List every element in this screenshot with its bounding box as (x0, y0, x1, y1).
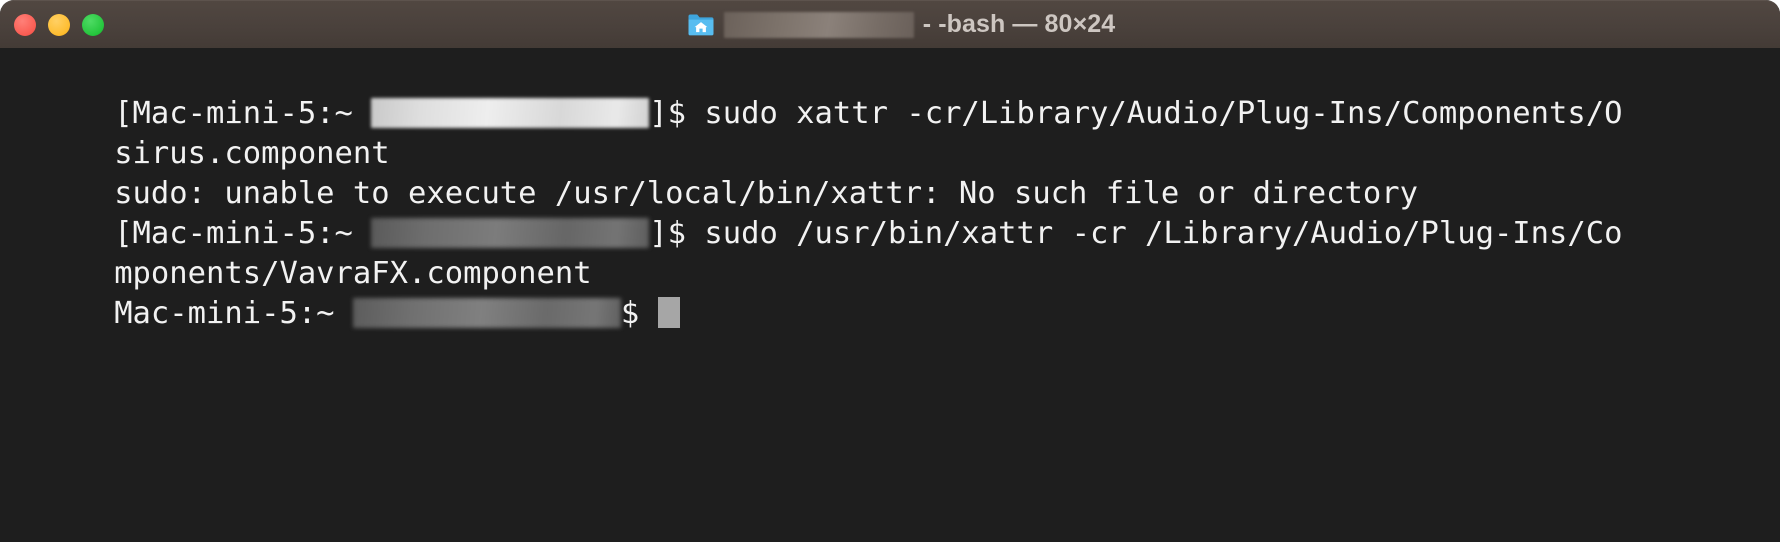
window-title-text: - -bash — 80×24 (922, 10, 1116, 38)
traffic-light-controls (14, 1, 104, 49)
maximize-window-button[interactable] (82, 14, 104, 36)
window-title: - -bash — 80×24 (687, 10, 1116, 39)
close-window-button[interactable] (14, 14, 36, 36)
redacted-username-title (723, 11, 914, 38)
terminal-output-area[interactable]: [Mac-mini-5:~ ]$ sudo xattr -cr/Library/… (0, 48, 1780, 542)
terminal-window: - -bash — 80×24 [Mac-mini-5:~ ]$ sudo xa… (0, 0, 1780, 542)
home-folder-icon (687, 12, 715, 38)
text-cursor[interactable] (657, 297, 680, 328)
prompt-symbol: $ (620, 296, 658, 331)
terminal-line-prompt-1: [Mac-mini-5:~ ]$ sudo xattr -cr/Library/… (0, 54, 1780, 131)
redacted-username (352, 297, 621, 328)
terminal-line-prompt-2: [Mac-mini-5:~ ]$ sudo /usr/bin/xattr -cr… (0, 174, 1780, 251)
terminal-line-output-1: sudo: unable to execute /usr/local/bin/x… (0, 134, 1780, 211)
terminal-line-wrap-1: sirus.component (0, 94, 1780, 171)
prompt-prefix: Mac-mini-5:~ (114, 296, 353, 331)
terminal-line-prompt-3: Mac-mini-5:~ $ (0, 254, 1780, 331)
minimize-window-button[interactable] (48, 14, 70, 36)
terminal-line-wrap-2: mponents/VavraFX.component (0, 214, 1780, 291)
window-titlebar[interactable]: - -bash — 80×24 (0, 0, 1780, 48)
